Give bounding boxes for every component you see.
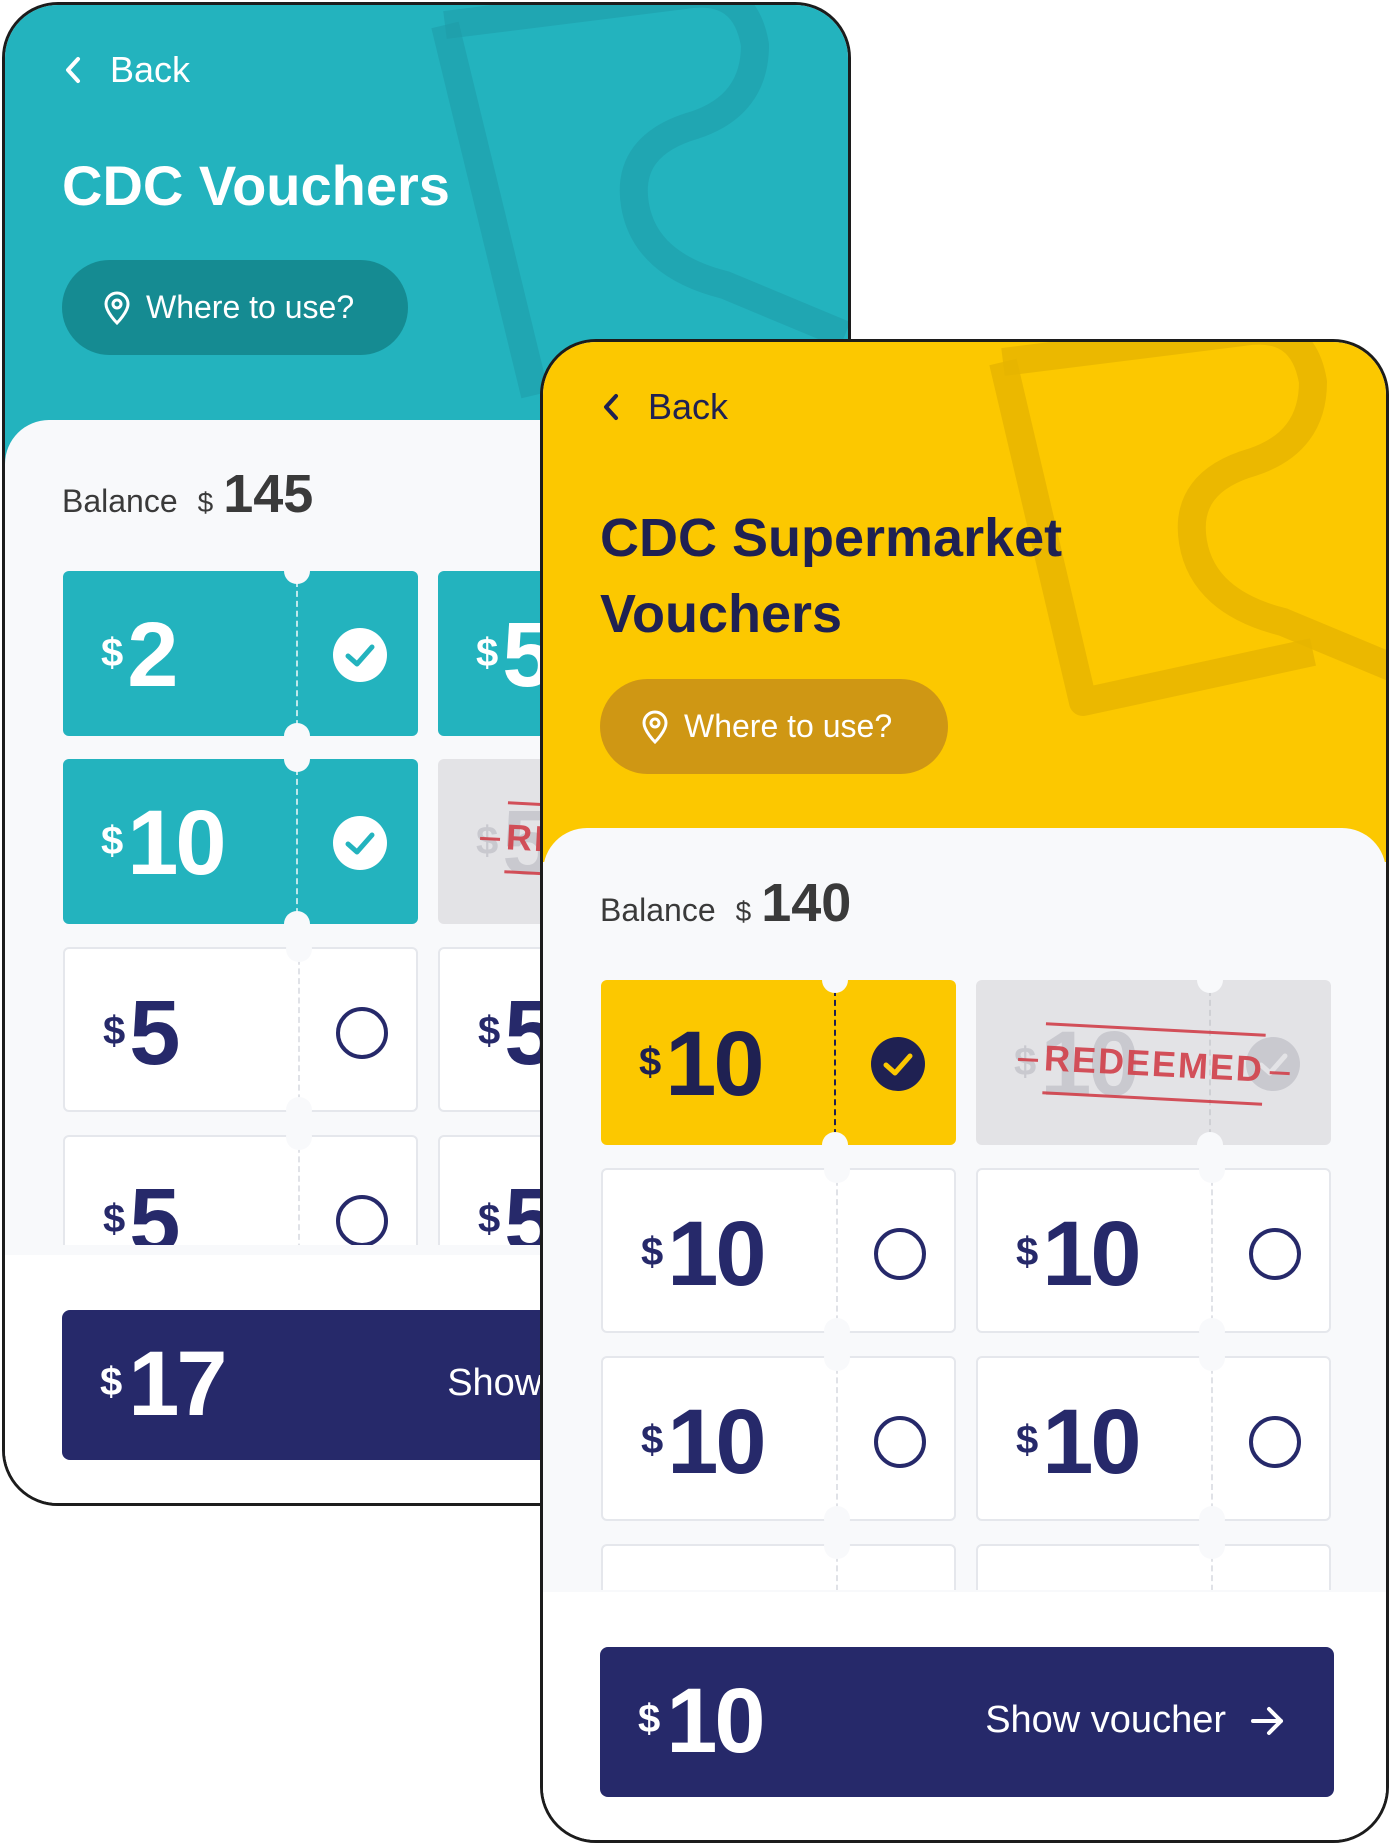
currency-symbol: $ <box>197 487 214 518</box>
voucher-card[interactable]: $10 <box>976 1533 1331 1590</box>
balance: Balance $ 140 <box>600 872 851 934</box>
back-button[interactable]: Back <box>62 49 190 91</box>
checkmark-circle-icon <box>333 628 387 682</box>
voucher-value: 5 <box>129 982 180 1084</box>
voucher-card[interactable]: $10 <box>976 1157 1331 1344</box>
voucher-value: 10 <box>127 792 226 894</box>
radio-empty-icon <box>336 1007 388 1059</box>
checkmark-circle-icon <box>333 816 387 870</box>
checkmark-circle-icon <box>871 1037 925 1091</box>
back-label: Back <box>110 49 191 90</box>
chevron-left-icon <box>66 57 80 83</box>
show-voucher-button[interactable]: $10 Show voucher <box>600 1647 1334 1797</box>
total-selected-value: 17 <box>128 1333 227 1435</box>
where-to-use-label: Where to use? <box>684 708 893 744</box>
arrow-right-icon <box>1251 1706 1283 1735</box>
voucher-card[interactable]: $5 <box>63 936 418 1123</box>
redeemed-stamp: REDEEMED <box>1042 1022 1266 1106</box>
header: Back CDC Supermarket Vouchers Where to u… <box>543 342 1386 862</box>
location-pin-icon <box>642 710 668 744</box>
radio-empty-icon <box>874 1228 926 1280</box>
chevron-left-icon <box>604 394 618 420</box>
balance-value: 145 <box>223 464 314 524</box>
page-title-line-1: CDC Supermarket <box>600 508 1063 568</box>
radio-empty-icon <box>1249 1228 1301 1280</box>
page-title: CDC Supermarket Vouchers <box>600 500 1062 652</box>
total-selected-value: 10 <box>666 1670 765 1772</box>
cdc-supermarket-vouchers-screen: Back CDC Supermarket Vouchers Where to u… <box>540 339 1389 1843</box>
voucher-card[interactable]: $10 <box>601 1157 956 1344</box>
voucher-card[interactable]: $10 <box>601 1345 956 1532</box>
balance-label: Balance <box>600 892 716 928</box>
where-to-use-button[interactable]: Where to use? <box>600 679 948 774</box>
voucher-card[interactable]: $10 <box>976 1345 1331 1532</box>
radio-empty-icon <box>874 1416 926 1468</box>
location-pin-icon <box>104 291 130 325</box>
voucher-value: 10 <box>667 1584 766 1590</box>
back-button[interactable]: Back <box>600 386 728 428</box>
balance-value: 140 <box>761 873 852 933</box>
voucher-value: 10 <box>665 1013 764 1115</box>
voucher-card-redeemed: $10 REDEEMED <box>976 980 1331 1158</box>
radio-empty-icon <box>336 1195 388 1245</box>
voucher-card[interactable]: $5 <box>63 1124 418 1245</box>
where-to-use-label: Where to use? <box>146 289 355 325</box>
page-title-line-2: Vouchers <box>600 584 843 644</box>
voucher-value: 10 <box>1042 1584 1141 1590</box>
voucher-card[interactable]: $10 <box>601 980 956 1158</box>
page-title: CDC Vouchers <box>62 154 450 217</box>
balance: Balance $ 145 <box>62 463 313 525</box>
voucher-grid: $10 $10 REDEEMED $10 $10 $10 $10 <box>601 980 1331 1590</box>
voucher-value: 10 <box>1042 1203 1141 1305</box>
voucher-value: 10 <box>1042 1391 1141 1493</box>
voucher-card[interactable]: $10 <box>601 1533 956 1590</box>
where-to-use-button[interactable]: Where to use? <box>62 260 408 355</box>
voucher-card[interactable]: $10 <box>63 746 418 937</box>
voucher-value: 5 <box>129 1170 180 1245</box>
voucher-card[interactable]: $2 <box>63 571 418 749</box>
show-voucher-label: Show voucher <box>985 1699 1226 1741</box>
balance-label: Balance <box>62 483 178 519</box>
radio-empty-icon <box>1249 1416 1301 1468</box>
voucher-value: 2 <box>127 604 178 706</box>
currency-symbol: $ <box>735 896 752 927</box>
back-label: Back <box>648 386 729 427</box>
voucher-value: 10 <box>667 1391 766 1493</box>
voucher-value: 10 <box>667 1203 766 1305</box>
